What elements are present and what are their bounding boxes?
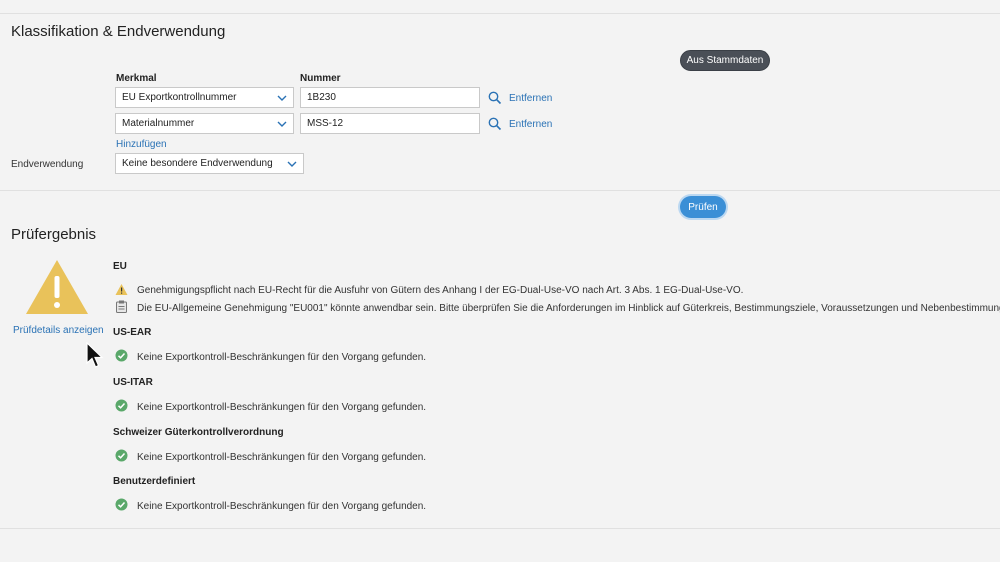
document-icon [115, 300, 128, 313]
result-title: Prüfergebnis [11, 226, 97, 243]
check-icon [115, 349, 128, 362]
nummer-column-label: Nummer [300, 73, 341, 84]
pruefdetails-link[interactable]: Prüfdetails anzeigen [13, 325, 104, 336]
aus-stammdaten-button[interactable]: Aus Stammdaten [680, 50, 770, 71]
merkmal-select-1[interactable]: EU Exportkontrollnummer [115, 87, 294, 108]
nummer-input-2[interactable]: MSS-12 [300, 113, 480, 134]
nummer-input-1[interactable]: 1B230 [300, 87, 480, 108]
pruefen-button[interactable]: Prüfen [680, 196, 726, 218]
merkmal-column-label: Merkmal [116, 73, 157, 84]
chevron-down-icon [277, 93, 287, 103]
section-divider [0, 190, 1000, 191]
message-text: Keine Exportkontroll-Beschränkungen für … [137, 352, 427, 363]
message-text: Keine Exportkontroll-Beschränkungen für … [137, 402, 427, 413]
group-title-eu: EU [113, 261, 127, 272]
merkmal-select-value: Materialnummer [122, 118, 195, 129]
merkmal-select-value: EU Exportkontrollnummer [122, 92, 237, 103]
warning-icon [115, 283, 128, 296]
check-icon [115, 498, 128, 511]
check-icon [115, 449, 128, 462]
message-text: Die EU-Allgemeine Genehmigung "EU001" kö… [137, 303, 1000, 314]
warning-icon [24, 258, 90, 316]
nummer-value: 1B230 [307, 92, 336, 103]
chevron-down-icon [287, 159, 297, 169]
endverwendung-label: Endverwendung [11, 159, 84, 170]
add-link[interactable]: Hinzufügen [116, 139, 167, 150]
group-title-us-itar: US-ITAR [113, 377, 153, 388]
endverwendung-value: Keine besondere Endverwendung [122, 158, 273, 169]
message-text: Keine Exportkontroll-Beschränkungen für … [137, 452, 427, 463]
bottom-divider [0, 528, 1000, 529]
search-icon[interactable] [488, 91, 502, 105]
top-divider [0, 13, 1000, 14]
group-title-us-ear: US-EAR [113, 327, 152, 338]
classification-title: Klassifikation & Endverwendung [11, 23, 226, 40]
message-text: Genehmigungspflicht nach EU-Recht für di… [137, 285, 744, 296]
endverwendung-select[interactable]: Keine besondere Endverwendung [115, 153, 304, 174]
check-icon [115, 399, 128, 412]
group-title-schweiz: Schweizer Güterkontrollverordnung [113, 427, 284, 438]
chevron-down-icon [277, 119, 287, 129]
remove-link-2[interactable]: Entfernen [509, 119, 552, 130]
mouse-cursor-icon [86, 341, 104, 369]
merkmal-select-2[interactable]: Materialnummer [115, 113, 294, 134]
remove-link-1[interactable]: Entfernen [509, 93, 552, 104]
nummer-value: MSS-12 [307, 118, 344, 129]
message-text: Keine Exportkontroll-Beschränkungen für … [137, 501, 427, 512]
search-icon[interactable] [488, 117, 502, 131]
group-title-benutzerdefiniert: Benutzerdefiniert [113, 476, 196, 487]
